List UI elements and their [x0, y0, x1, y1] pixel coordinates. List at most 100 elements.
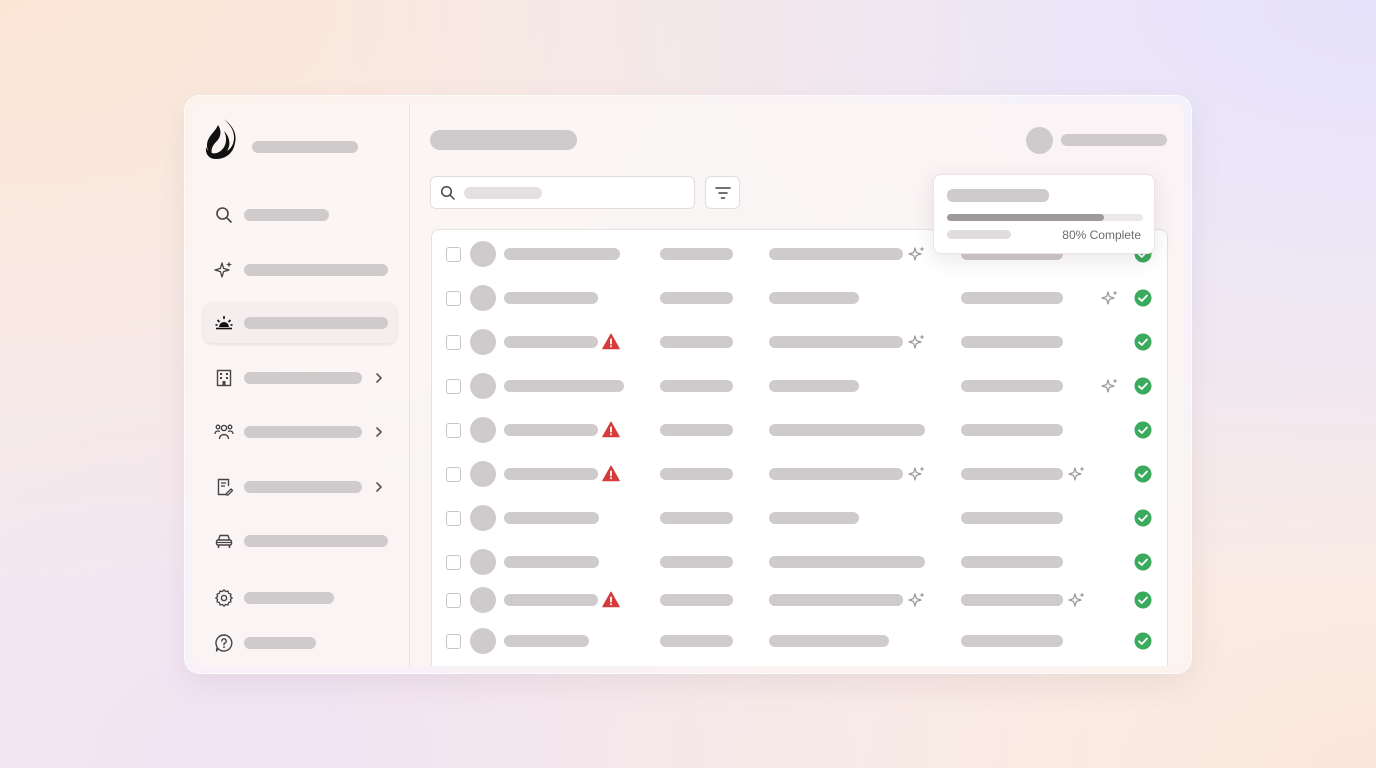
row-checkbox[interactable] — [446, 593, 461, 608]
row-checkbox[interactable] — [446, 291, 461, 306]
sparkles-icon[interactable] — [1068, 591, 1086, 609]
warning-icon — [602, 421, 620, 438]
page-title — [430, 130, 577, 150]
table-row[interactable] — [432, 321, 1167, 361]
popup-title — [947, 189, 1049, 202]
progress-bar — [947, 214, 1143, 221]
table-row[interactable] — [432, 579, 1167, 619]
table-row[interactable] — [432, 620, 1167, 660]
sidebar-item-label — [244, 426, 362, 438]
cell-value — [961, 380, 1063, 392]
cell-value — [961, 292, 1063, 304]
check-circle-icon — [1134, 632, 1152, 650]
cell-value — [769, 635, 889, 647]
sidebar-item-documents[interactable] — [204, 467, 396, 507]
sidebar-item-label — [244, 535, 388, 547]
users-icon — [214, 422, 234, 442]
table-row[interactable] — [432, 409, 1167, 449]
check-circle-icon — [1134, 377, 1152, 395]
sidebar-item-vehicles[interactable] — [204, 521, 396, 561]
cell-value — [961, 594, 1063, 606]
cell-value — [961, 512, 1063, 524]
avatar — [470, 417, 496, 443]
chevron-right-icon — [372, 370, 386, 386]
row-checkbox[interactable] — [446, 634, 461, 649]
table-row[interactable] — [432, 453, 1167, 493]
filter-button[interactable] — [705, 176, 740, 209]
check-circle-icon — [1134, 289, 1152, 307]
sidebar-item-buildings[interactable] — [204, 358, 396, 398]
check-circle-icon — [1134, 509, 1152, 527]
warning-icon — [602, 591, 620, 608]
gear-icon — [214, 588, 234, 608]
search-icon — [214, 205, 234, 225]
sidebar-item-help[interactable] — [204, 623, 396, 663]
avatar — [470, 241, 496, 267]
sparkles-icon[interactable] — [1101, 289, 1119, 307]
search-input[interactable] — [461, 184, 681, 202]
row-checkbox[interactable] — [446, 379, 461, 394]
cell-value — [769, 380, 859, 392]
document-edit-icon — [214, 477, 234, 497]
cell-value — [769, 556, 925, 568]
cell-value — [660, 292, 733, 304]
cell-value — [769, 468, 903, 480]
sidebar-item-search[interactable] — [204, 195, 396, 235]
sidebar-item-settings[interactable] — [204, 578, 396, 618]
sidebar-item-today[interactable] — [204, 303, 396, 343]
avatar — [470, 373, 496, 399]
cell-value — [961, 424, 1063, 436]
sparkles-icon[interactable] — [908, 333, 926, 351]
row-checkbox[interactable] — [446, 467, 461, 482]
cell-name — [504, 380, 624, 392]
filter-icon — [715, 187, 731, 199]
sunrise-icon — [214, 313, 234, 333]
search-box[interactable] — [430, 176, 695, 209]
flame-logo-icon[interactable] — [204, 117, 242, 161]
avatar[interactable] — [1026, 127, 1053, 154]
sidebar-item-label — [244, 317, 388, 329]
cell-name — [504, 292, 598, 304]
sidebar-item-ai[interactable] — [204, 250, 396, 290]
table-row[interactable] — [432, 365, 1167, 405]
sidebar-item-label — [244, 209, 329, 221]
row-checkbox[interactable] — [446, 423, 461, 438]
cell-value — [660, 248, 733, 260]
avatar — [470, 461, 496, 487]
row-checkbox[interactable] — [446, 511, 461, 526]
sparkles-icon[interactable] — [1068, 465, 1086, 483]
sparkles-icon[interactable] — [1101, 377, 1119, 395]
sparkles-icon[interactable] — [908, 465, 926, 483]
sparkles-icon[interactable] — [908, 591, 926, 609]
cell-value — [961, 468, 1063, 480]
row-checkbox[interactable] — [446, 335, 461, 350]
avatar — [470, 505, 496, 531]
check-circle-icon — [1134, 465, 1152, 483]
row-checkbox[interactable] — [446, 555, 461, 570]
cell-value — [961, 336, 1063, 348]
check-circle-icon — [1134, 421, 1152, 439]
sparkles-icon[interactable] — [908, 245, 926, 263]
cell-value — [961, 556, 1063, 568]
data-table — [431, 229, 1168, 666]
sidebar-item-label — [244, 372, 362, 384]
help-icon — [214, 633, 234, 653]
avatar — [470, 549, 496, 575]
cell-name — [504, 424, 598, 436]
row-checkbox[interactable] — [446, 247, 461, 262]
sidebar-item-people[interactable] — [204, 412, 396, 452]
cell-name — [504, 594, 598, 606]
avatar — [470, 285, 496, 311]
cell-value — [660, 380, 733, 392]
cell-value — [769, 248, 903, 260]
table-row[interactable] — [432, 277, 1167, 317]
table-row[interactable] — [432, 497, 1167, 537]
progress-popup: 80% Complete — [933, 174, 1155, 254]
progress-fill — [947, 214, 1104, 221]
cell-name — [504, 468, 598, 480]
table-row[interactable] — [432, 541, 1167, 581]
check-circle-icon — [1134, 333, 1152, 351]
sidebar-item-label — [244, 592, 334, 604]
sidebar-item-label — [244, 637, 316, 649]
progress-label: 80% Complete — [1062, 228, 1141, 242]
